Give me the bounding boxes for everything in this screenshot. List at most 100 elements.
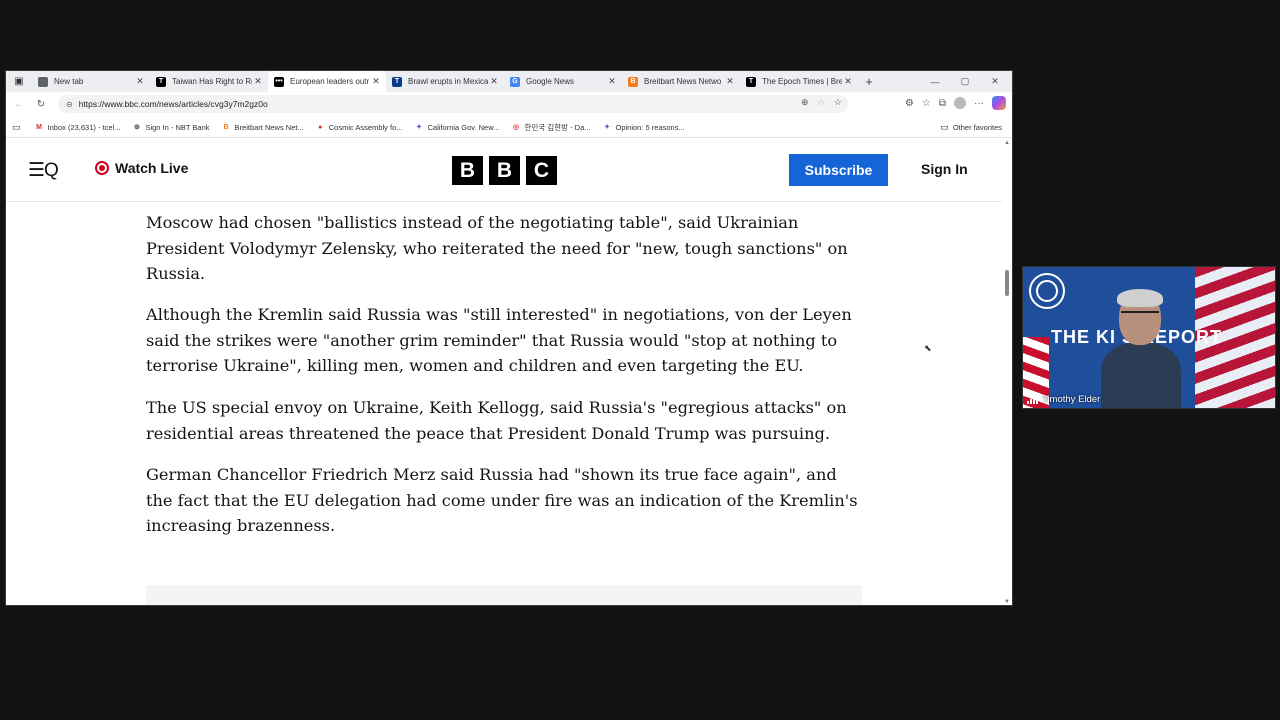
favorite-link[interactable]: ⊕ Sign In - NBT Bank xyxy=(132,122,210,133)
tab-title: New tab xyxy=(54,77,84,86)
favorite-label: Breitbart News Net... xyxy=(234,122,304,132)
favorites-icon[interactable]: ☆ xyxy=(922,98,931,109)
bbc-icon: ••• xyxy=(274,76,284,87)
article-paragraph: Moscow had chosen "ballistics instead of… xyxy=(146,213,848,284)
favorite-label: Opinion: 5 reasons... xyxy=(615,122,685,132)
epoch-times-icon: T xyxy=(156,76,166,87)
bbc-logo[interactable]: B B C xyxy=(452,156,557,185)
extensions-icon[interactable]: ⚙ xyxy=(905,98,914,109)
address-row: ← ↻ ⊝ https://www.bbc.com/news/articles/… xyxy=(6,92,1012,117)
maximize-icon[interactable]: ▢ xyxy=(950,71,980,92)
bbc-logo-letter: B xyxy=(489,156,520,185)
globe-icon: ⊕ xyxy=(134,124,140,131)
menu-search-icon[interactable]: ☰Q xyxy=(28,159,59,182)
article-paragraph: Although the Kremlin said Russia was "st… xyxy=(146,305,852,376)
participant-video xyxy=(1101,289,1181,408)
browser-tab[interactable]: T Taiwan Has Right to Re ✕ xyxy=(150,71,268,92)
favorite-label: Inbox (23,631) - tcel... xyxy=(47,122,121,132)
favorites-bar: ▭ M Inbox (23,631) - tcel... ⊕ Sign In - NB… xyxy=(6,117,1012,138)
tab-title: European leaders outr xyxy=(290,77,370,86)
tab-title: Brawl erupts in Mexica xyxy=(408,77,488,86)
close-window-icon[interactable]: ✕ xyxy=(980,71,1010,92)
favorite-link[interactable]: ✦ California Gov. New... xyxy=(415,122,499,133)
scrollbar-thumb[interactable] xyxy=(1005,270,1009,296)
mouse-cursor-icon: ⬉ xyxy=(924,343,932,353)
favorite-link[interactable]: M Inbox (23,631) - tcel... xyxy=(35,122,121,133)
profile-avatar[interactable] xyxy=(954,97,966,109)
zoom-icon[interactable]: ⊕ xyxy=(801,97,809,108)
breitbart-icon: B xyxy=(223,123,229,131)
participant-name: Timothy Elder xyxy=(1042,394,1101,405)
close-tab-icon[interactable]: ✕ xyxy=(370,76,382,87)
favorite-star-icon[interactable]: ☆ xyxy=(834,97,842,108)
copilot-icon[interactable] xyxy=(992,96,1006,110)
tab-title: Breitbart News Netwo xyxy=(644,77,722,86)
favorite-label: Sign In - NBT Bank xyxy=(145,122,210,132)
seal-logo-icon xyxy=(1029,273,1065,309)
bbc-header: ☰Q Watch Live B B C Subscribe Sign In xyxy=(6,138,1004,202)
close-tab-icon[interactable]: ✕ xyxy=(134,76,146,87)
site-info-icon[interactable]: ⊝ xyxy=(66,100,73,109)
tab-title: Taiwan Has Right to Re xyxy=(172,77,252,86)
close-tab-icon[interactable]: ✕ xyxy=(488,76,500,87)
favorite-label: 한민국 김현방 - Da... xyxy=(524,122,591,132)
close-tab-icon[interactable]: ✕ xyxy=(724,76,736,87)
tab-bar: ▣ New tab ✕ T Taiwan Has Right to Re ✕ ••• Eur… xyxy=(6,71,1012,92)
gmail-icon: M xyxy=(36,123,42,131)
favorite-link[interactable]: ◎ 한민국 김현방 - Da... xyxy=(512,122,591,133)
folder-icon: ▭ xyxy=(940,122,949,132)
tab-actions-icon[interactable]: ▣ xyxy=(6,71,32,92)
live-icon xyxy=(95,161,109,175)
favorite-link[interactable]: B Breitbart News Net... xyxy=(222,122,304,133)
reader-icon[interactable]: ◌ xyxy=(819,97,824,108)
audio-signal-icon xyxy=(1027,395,1038,404)
other-favorites-label: Other favorites xyxy=(952,123,1002,132)
epoch-times-icon: T xyxy=(392,76,402,87)
close-tab-icon[interactable]: ✕ xyxy=(606,76,618,87)
tab-title: Google News xyxy=(526,77,575,86)
article-body: Moscow had chosen "ballistics instead of… xyxy=(6,202,1004,605)
other-favorites[interactable]: ▭ Other favorites xyxy=(940,122,1002,133)
collections-icon[interactable]: ⧉ xyxy=(939,98,946,109)
new-tab-icon xyxy=(38,76,48,87)
url-text[interactable]: https://www.bbc.com/news/articles/cvg3y7… xyxy=(79,99,268,109)
article-paragraph: German Chancellor Friedrich Merz said Ru… xyxy=(146,465,858,536)
google-news-icon: G xyxy=(510,76,520,87)
close-tab-icon[interactable]: ✕ xyxy=(842,76,854,87)
video-call-tile[interactable]: THE KI S REPORT Timothy Elder xyxy=(1022,266,1276,409)
refresh-icon[interactable]: ↻ xyxy=(30,99,52,110)
bbc-logo-letter: C xyxy=(526,156,557,185)
browser-tab[interactable]: B Breitbart News Netwo ✕ xyxy=(622,71,740,92)
browser-tab[interactable]: New tab ✕ xyxy=(32,71,150,92)
screen: ▣ New tab ✕ T Taiwan Has Right to Re ✕ ••• Eur… xyxy=(0,0,1280,720)
cosmic-icon: ● xyxy=(318,123,323,131)
favorite-link[interactable]: ✦ Opinion: 5 reasons... xyxy=(603,122,685,133)
minimize-icon[interactable]: — xyxy=(920,71,950,92)
browser-tab[interactable]: G Google News ✕ xyxy=(504,71,622,92)
subscribe-button[interactable]: Subscribe xyxy=(789,154,888,186)
news-icon: ✦ xyxy=(604,124,610,131)
epoch-times-icon: T xyxy=(746,76,756,87)
browser-tab[interactable]: ••• European leaders outr ✕ xyxy=(268,71,386,92)
back-icon[interactable]: ← xyxy=(8,99,30,110)
close-tab-icon[interactable]: ✕ xyxy=(252,76,264,87)
page-scrollbar[interactable]: ▲ ▼ xyxy=(1002,138,1012,605)
news-icon: ✦ xyxy=(416,124,422,131)
scroll-down-icon[interactable]: ▼ xyxy=(1004,599,1010,605)
browser-tab[interactable]: T The Epoch Times | Bre ✕ xyxy=(740,71,858,92)
watch-live-link[interactable]: Watch Live xyxy=(95,160,188,176)
tab-title: The Epoch Times | Bre xyxy=(762,77,842,86)
browser-window: ▣ New tab ✕ T Taiwan Has Right to Re ✕ ••• Eur… xyxy=(5,70,1013,606)
next-section-heading xyxy=(146,585,862,605)
address-bar[interactable]: ⊝ https://www.bbc.com/news/articles/cvg3… xyxy=(58,95,848,113)
favorites-bar-toggle-icon[interactable]: ▭ xyxy=(12,122,21,133)
bbc-logo-letter: B xyxy=(452,156,483,185)
scroll-up-icon[interactable]: ▲ xyxy=(1004,140,1010,146)
more-options-icon[interactable]: ··· xyxy=(974,98,984,109)
favorite-label: Cosmic Assembly fo... xyxy=(328,122,403,132)
daum-icon: ◎ xyxy=(512,124,520,131)
favorite-link[interactable]: ● Cosmic Assembly fo... xyxy=(316,122,403,133)
browser-tab[interactable]: T Brawl erupts in Mexica ✕ xyxy=(386,71,504,92)
new-tab-button[interactable]: + xyxy=(858,74,880,89)
sign-in-link[interactable]: Sign In xyxy=(921,161,968,177)
